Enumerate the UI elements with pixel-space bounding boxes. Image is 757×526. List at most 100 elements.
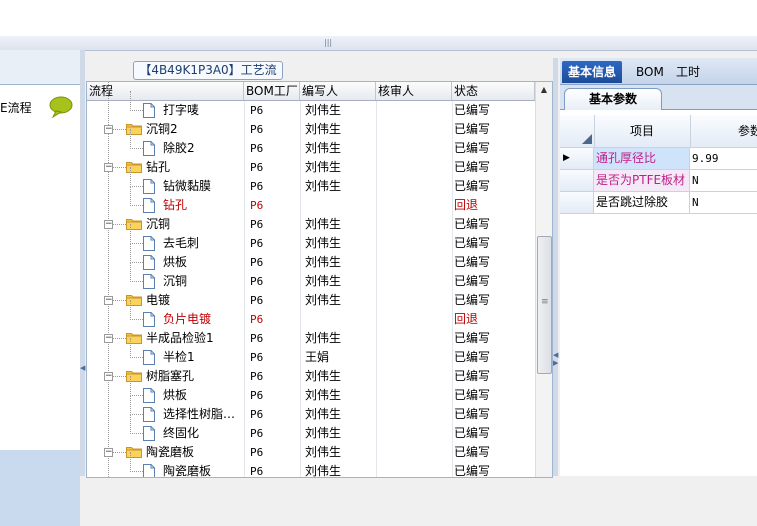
param-value[interactable]: N xyxy=(690,170,757,191)
process-name[interactable]: 树脂塞孔 xyxy=(146,367,242,386)
param-value[interactable]: 9.99 xyxy=(690,148,757,169)
left-panel-label[interactable]: E流程 xyxy=(0,99,32,116)
column-header-bom-plant[interactable]: BOM工厂 xyxy=(244,82,300,100)
table-row[interactable]: 除胶2 P6 刘伟生 已编写 xyxy=(87,129,535,158)
process-name[interactable]: 除胶2 xyxy=(163,139,242,158)
document-icon xyxy=(143,407,155,422)
param-value[interactable]: N xyxy=(690,192,757,213)
reviewer-cell xyxy=(381,101,449,120)
process-name[interactable]: 打字唛 xyxy=(163,101,242,120)
table-row[interactable]: − 陶瓷磨板 P6 刘伟生 已编写 xyxy=(87,443,535,462)
column-header-author[interactable]: 编写人 xyxy=(300,82,376,100)
table-row[interactable]: 去毛刺 P6 刘伟生 已编写 xyxy=(87,224,535,253)
table-row[interactable]: 负片电镀 P6 回退 xyxy=(87,300,535,329)
row-indicator[interactable] xyxy=(560,170,594,191)
process-tree-grid[interactable]: 流程 BOM工厂 编写人 核审人 状态 打字唛 P6 刘伟生 已编写 − 沉铜2 P6 刘伟生… xyxy=(86,81,553,478)
param-name[interactable]: 是否跳过除胶 xyxy=(594,192,690,213)
row-indicator[interactable]: ▶ xyxy=(560,148,594,169)
process-name[interactable]: 钻微黏膜 xyxy=(163,177,242,196)
right-vertical-splitter[interactable]: ◀ ▶ xyxy=(553,58,558,476)
param-name[interactable]: 通孔厚径比 xyxy=(594,148,690,169)
author-cell: 刘伟生 xyxy=(305,445,342,459)
grid-header: 流程 BOM工厂 编写人 核审人 状态 xyxy=(87,82,535,101)
bom-plant-cell: P6 xyxy=(250,351,264,364)
process-name[interactable]: 半检1 xyxy=(163,348,242,367)
scrollbar-thumb[interactable]: ≡ xyxy=(537,236,552,374)
table-row[interactable]: 打字唛 P6 刘伟生 已编写 xyxy=(87,91,535,120)
collapse-toggle-icon[interactable]: − xyxy=(104,296,113,305)
param-row[interactable]: ▶ 通孔厚径比 9.99 xyxy=(560,148,757,170)
table-row[interactable]: 钻微黏膜 P6 刘伟生 已编写 xyxy=(87,167,535,196)
author-cell: 刘伟生 xyxy=(305,141,342,155)
param-row[interactable]: 是否跳过除胶 N xyxy=(560,192,757,214)
table-row[interactable]: − 钻孔 P6 刘伟生 已编写 xyxy=(87,158,535,177)
params-row-header-corner xyxy=(560,115,595,147)
process-name[interactable]: 钻孔 xyxy=(146,158,242,177)
document-icon xyxy=(143,141,155,156)
collapse-right-arrow-icon[interactable]: ▶ xyxy=(553,360,558,367)
column-header-status[interactable]: 状态 xyxy=(452,82,535,100)
process-name[interactable]: 电镀 xyxy=(146,291,242,310)
process-name[interactable]: 钻孔 xyxy=(163,196,242,215)
column-header-reviewer[interactable]: 核审人 xyxy=(376,82,452,100)
table-row[interactable]: − 沉铜2 P6 刘伟生 已编写 xyxy=(87,120,535,139)
expand-arrow-icon[interactable]: ◀ xyxy=(553,352,558,359)
table-row[interactable]: 终固化 P6 刘伟生 已编写 xyxy=(87,414,535,443)
status-cell: 已编写 xyxy=(454,141,491,155)
table-row[interactable]: 选择性树脂… P6 刘伟生 已编写 xyxy=(87,395,535,424)
params-col-value[interactable]: 参数 xyxy=(690,115,757,147)
collapse-arrow-icon[interactable]: ◀ xyxy=(80,365,85,372)
collapse-toggle-icon[interactable]: − xyxy=(104,220,113,229)
process-name[interactable]: 终固化 xyxy=(163,424,242,443)
corner-triangle-icon xyxy=(582,134,592,144)
process-name[interactable]: 负片电镀 xyxy=(163,310,242,329)
process-name[interactable]: 半成品检验1 xyxy=(146,329,242,348)
folder-icon xyxy=(126,447,142,458)
collapse-toggle-icon[interactable]: − xyxy=(104,163,113,172)
bom-plant-cell: P6 xyxy=(250,446,264,459)
vertical-scrollbar[interactable]: ▲ ≡ xyxy=(535,82,552,477)
status-cell: 已编写 xyxy=(454,426,491,440)
collapse-toggle-icon[interactable]: − xyxy=(104,125,113,134)
row-indicator[interactable] xyxy=(560,192,594,213)
author-cell: 刘伟生 xyxy=(305,274,342,288)
author-cell: 刘伟生 xyxy=(305,388,342,402)
table-row[interactable]: − 电镀 P6 刘伟生 已编写 xyxy=(87,291,535,310)
collapse-toggle-icon[interactable]: − xyxy=(104,334,113,343)
table-row[interactable]: 钻孔 P6 回退 xyxy=(87,186,535,215)
process-name[interactable]: 烘板 xyxy=(163,386,242,405)
table-row[interactable]: 烘板 P6 刘伟生 已编写 xyxy=(87,243,535,272)
process-name[interactable]: 沉铜 xyxy=(146,215,242,234)
table-row[interactable]: − 树脂塞孔 P6 刘伟生 已编写 xyxy=(87,367,535,386)
author-cell: 刘伟生 xyxy=(305,293,342,307)
tab-bom[interactable]: BOM xyxy=(630,61,670,83)
reviewer-cell xyxy=(381,386,449,405)
params-col-item[interactable]: 项目 xyxy=(594,115,691,147)
process-name[interactable]: 去毛刺 xyxy=(163,234,242,253)
left-vertical-splitter[interactable]: ◀ xyxy=(80,50,85,476)
process-name[interactable]: 烘板 xyxy=(163,253,242,272)
collapse-toggle-icon[interactable]: − xyxy=(104,372,113,381)
process-name[interactable]: 沉铜 xyxy=(163,272,242,291)
collapse-toggle-icon[interactable]: − xyxy=(104,448,113,457)
table-row[interactable]: − 沉铜 P6 刘伟生 已编写 xyxy=(87,215,535,234)
param-row[interactable]: 是否为PTFE板材 N xyxy=(560,170,757,192)
table-row[interactable]: 烘板 P6 刘伟生 已编写 xyxy=(87,376,535,405)
tab-basic-info[interactable]: 基本信息 xyxy=(562,61,623,83)
splitter-grip-icon[interactable]: ||| xyxy=(324,39,332,47)
horizontal-splitter[interactable]: ||| xyxy=(0,36,757,51)
table-row[interactable]: 半检1 P6 王娟 已编写 xyxy=(87,338,535,367)
column-header-process[interactable]: 流程 xyxy=(87,82,244,100)
tab-work-hours[interactable]: 工时 xyxy=(670,61,706,83)
document-icon xyxy=(143,255,155,270)
process-name[interactable]: 选择性树脂… xyxy=(163,405,242,424)
process-name[interactable]: 沉铜2 xyxy=(146,120,242,139)
status-cell: 已编写 xyxy=(454,122,491,136)
param-name[interactable]: 是否为PTFE板材 xyxy=(594,170,690,191)
table-row[interactable]: − 半成品检验1 P6 刘伟生 已编写 xyxy=(87,329,535,348)
table-row[interactable]: 沉铜 P6 刘伟生 已编写 xyxy=(87,262,535,291)
process-name[interactable]: 陶瓷磨板 xyxy=(146,443,242,462)
speech-bubble-icon[interactable] xyxy=(48,96,74,118)
scroll-up-icon[interactable]: ▲ xyxy=(536,82,552,98)
subtab-basic-params[interactable]: 基本参数 xyxy=(564,88,662,110)
